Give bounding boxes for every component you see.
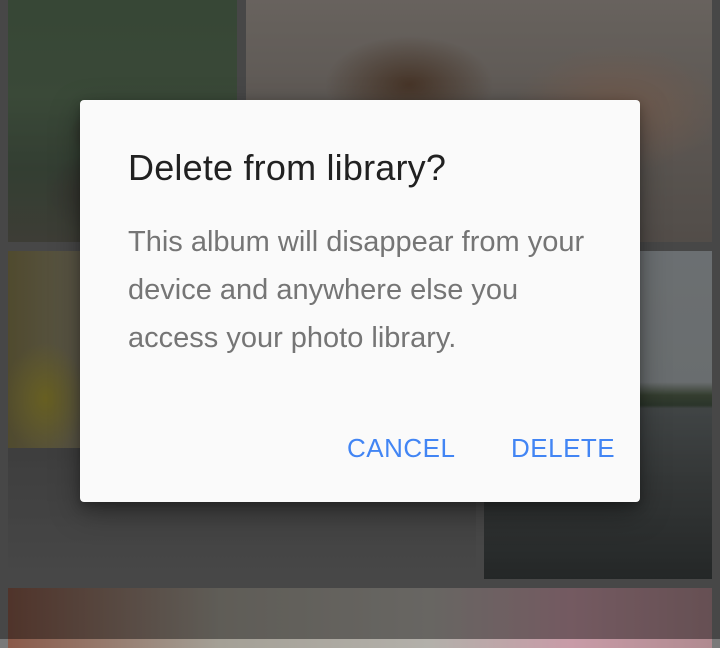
delete-button[interactable]: DELETE bbox=[511, 424, 615, 472]
delete-confirm-dialog: Delete from library? This album will dis… bbox=[80, 100, 640, 502]
dialog-message: This album will disappear from your devi… bbox=[128, 226, 585, 354]
dialog-title: Delete from library? bbox=[128, 147, 447, 188]
cancel-button[interactable]: CANCEL bbox=[347, 424, 455, 472]
